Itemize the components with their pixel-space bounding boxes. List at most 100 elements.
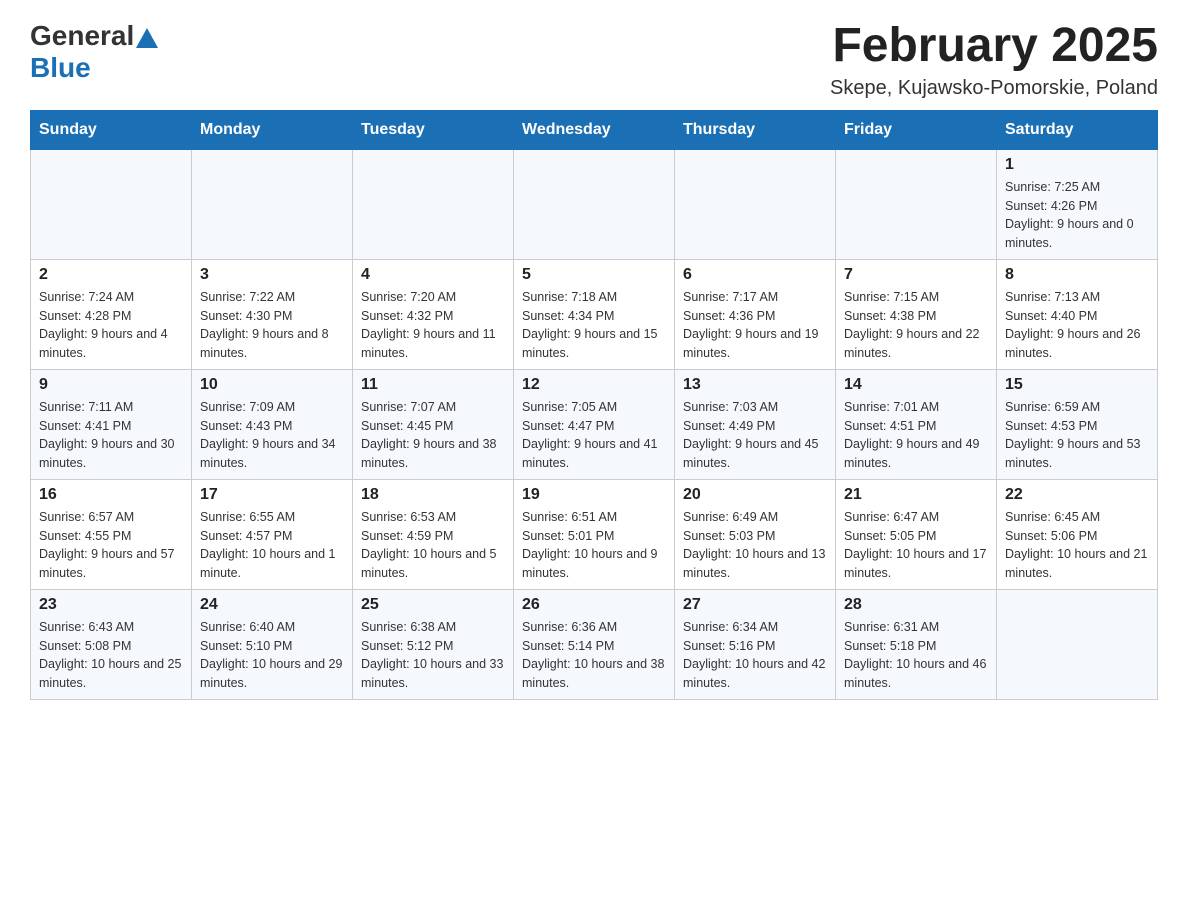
calendar-day-empty — [675, 149, 836, 259]
calendar-day-23: 23 Sunrise: 6:43 AM Sunset: 5:08 PM Dayli… — [31, 589, 192, 699]
calendar-day-24: 24 Sunrise: 6:40 AM Sunset: 5:10 PM Dayli… — [192, 589, 353, 699]
calendar-week-row: 9 Sunrise: 7:11 AM Sunset: 4:41 PM Daylig… — [31, 369, 1158, 479]
day-number: 5 — [522, 266, 666, 284]
day-number: 17 — [200, 486, 344, 504]
day-info: Sunrise: 7:15 AM Sunset: 4:38 PM Dayligh… — [844, 288, 988, 363]
day-info: Sunrise: 6:51 AM Sunset: 5:01 PM Dayligh… — [522, 508, 666, 583]
day-number: 12 — [522, 376, 666, 394]
day-number: 7 — [844, 266, 988, 284]
calendar-day-3: 3 Sunrise: 7:22 AM Sunset: 4:30 PM Daylig… — [192, 259, 353, 369]
day-info: Sunrise: 6:47 AM Sunset: 5:05 PM Dayligh… — [844, 508, 988, 583]
day-number: 10 — [200, 376, 344, 394]
calendar-day-empty — [997, 589, 1158, 699]
calendar-week-row: 23 Sunrise: 6:43 AM Sunset: 5:08 PM Dayli… — [31, 589, 1158, 699]
calendar-day-16: 16 Sunrise: 6:57 AM Sunset: 4:55 PM Dayli… — [31, 479, 192, 589]
col-header-saturday: Saturday — [997, 110, 1158, 149]
logo-general-text: General — [30, 20, 134, 52]
day-info: Sunrise: 6:49 AM Sunset: 5:03 PM Dayligh… — [683, 508, 827, 583]
page-header: General Blue February 2025 Skepe, Kujaws… — [30, 20, 1158, 100]
calendar-day-10: 10Sunrise: 7:09 AM Sunset: 4:43 PM Dayli… — [192, 369, 353, 479]
calendar-day-5: 5 Sunrise: 7:18 AM Sunset: 4:34 PM Daylig… — [514, 259, 675, 369]
calendar-day-25: 25 Sunrise: 6:38 AM Sunset: 5:12 PM Dayli… — [353, 589, 514, 699]
day-number: 24 — [200, 596, 344, 614]
col-header-tuesday: Tuesday — [353, 110, 514, 149]
day-number: 18 — [361, 486, 505, 504]
day-number: 16 — [39, 486, 183, 504]
calendar-day-19: 19Sunrise: 6:51 AM Sunset: 5:01 PM Dayli… — [514, 479, 675, 589]
calendar-day-8: 8 Sunrise: 7:13 AM Sunset: 4:40 PM Daylig… — [997, 259, 1158, 369]
day-info: Sunrise: 7:13 AM Sunset: 4:40 PM Dayligh… — [1005, 288, 1149, 363]
day-info: Sunrise: 6:59 AM Sunset: 4:53 PM Dayligh… — [1005, 398, 1149, 473]
day-info: Sunrise: 6:38 AM Sunset: 5:12 PM Dayligh… — [361, 618, 505, 693]
calendar-week-row: 16 Sunrise: 6:57 AM Sunset: 4:55 PM Dayli… — [31, 479, 1158, 589]
day-info: Sunrise: 7:24 AM Sunset: 4:28 PM Dayligh… — [39, 288, 183, 363]
day-number: 9 — [39, 376, 183, 394]
day-number: 4 — [361, 266, 505, 284]
calendar-header-row: SundayMondayTuesdayWednesdayThursdayFrid… — [31, 110, 1158, 149]
day-number: 13 — [683, 376, 827, 394]
calendar-day-1: 1 Sunrise: 7:25 AM Sunset: 4:26 PM Daylig… — [997, 149, 1158, 259]
day-info: Sunrise: 7:03 AM Sunset: 4:49 PM Dayligh… — [683, 398, 827, 473]
day-info: Sunrise: 7:18 AM Sunset: 4:34 PM Dayligh… — [522, 288, 666, 363]
calendar-day-26: 26 Sunrise: 6:36 AM Sunset: 5:14 PM Dayli… — [514, 589, 675, 699]
calendar-day-empty — [836, 149, 997, 259]
day-number: 2 — [39, 266, 183, 284]
calendar-day-9: 9 Sunrise: 7:11 AM Sunset: 4:41 PM Daylig… — [31, 369, 192, 479]
day-info: Sunrise: 6:31 AM Sunset: 5:18 PM Dayligh… — [844, 618, 988, 693]
day-number: 20 — [683, 486, 827, 504]
day-info: Sunrise: 6:43 AM Sunset: 5:08 PM Dayligh… — [39, 618, 183, 693]
calendar-day-12: 12 Sunrise: 7:05 AM Sunset: 4:47 PM Dayli… — [514, 369, 675, 479]
title-area: February 2025 Skepe, Kujawsko-Pomorskie,… — [830, 20, 1158, 100]
day-number: 8 — [1005, 266, 1149, 284]
day-info: Sunrise: 7:05 AM Sunset: 4:47 PM Dayligh… — [522, 398, 666, 473]
calendar-week-row: 1 Sunrise: 7:25 AM Sunset: 4:26 PM Daylig… — [31, 149, 1158, 259]
calendar-day-17: 17Sunrise: 6:55 AM Sunset: 4:57 PM Dayli… — [192, 479, 353, 589]
calendar-day-14: 14 Sunrise: 7:01 AM Sunset: 4:51 PM Dayli… — [836, 369, 997, 479]
day-number: 23 — [39, 596, 183, 614]
calendar-day-6: 6Sunrise: 7:17 AM Sunset: 4:36 PM Daylig… — [675, 259, 836, 369]
calendar-day-4: 4Sunrise: 7:20 AM Sunset: 4:32 PM Daylig… — [353, 259, 514, 369]
day-number: 27 — [683, 596, 827, 614]
day-number: 11 — [361, 376, 505, 394]
day-info: Sunrise: 7:22 AM Sunset: 4:30 PM Dayligh… — [200, 288, 344, 363]
day-number: 26 — [522, 596, 666, 614]
day-number: 14 — [844, 376, 988, 394]
calendar-day-2: 2 Sunrise: 7:24 AM Sunset: 4:28 PM Daylig… — [31, 259, 192, 369]
col-header-wednesday: Wednesday — [514, 110, 675, 149]
day-info: Sunrise: 6:36 AM Sunset: 5:14 PM Dayligh… — [522, 618, 666, 693]
day-number: 22 — [1005, 486, 1149, 504]
calendar-day-13: 13 Sunrise: 7:03 AM Sunset: 4:49 PM Dayli… — [675, 369, 836, 479]
day-number: 25 — [361, 596, 505, 614]
calendar-day-27: 27 Sunrise: 6:34 AM Sunset: 5:16 PM Dayli… — [675, 589, 836, 699]
calendar-day-18: 18Sunrise: 6:53 AM Sunset: 4:59 PM Dayli… — [353, 479, 514, 589]
day-info: Sunrise: 7:01 AM Sunset: 4:51 PM Dayligh… — [844, 398, 988, 473]
logo-triangle-icon — [136, 28, 158, 48]
day-info: Sunrise: 6:57 AM Sunset: 4:55 PM Dayligh… — [39, 508, 183, 583]
month-title: February 2025 — [830, 20, 1158, 73]
day-info: Sunrise: 7:11 AM Sunset: 4:41 PM Dayligh… — [39, 398, 183, 473]
day-info: Sunrise: 7:25 AM Sunset: 4:26 PM Dayligh… — [1005, 178, 1149, 253]
calendar-day-21: 21 Sunrise: 6:47 AM Sunset: 5:05 PM Dayli… — [836, 479, 997, 589]
location-text: Skepe, Kujawsko-Pomorskie, Poland — [830, 77, 1158, 100]
day-number: 3 — [200, 266, 344, 284]
day-info: Sunrise: 6:40 AM Sunset: 5:10 PM Dayligh… — [200, 618, 344, 693]
day-info: Sunrise: 7:07 AM Sunset: 4:45 PM Dayligh… — [361, 398, 505, 473]
calendar-day-empty — [31, 149, 192, 259]
calendar-table: SundayMondayTuesdayWednesdayThursdayFrid… — [30, 110, 1158, 700]
calendar-day-empty — [353, 149, 514, 259]
day-info: Sunrise: 7:17 AM Sunset: 4:36 PM Dayligh… — [683, 288, 827, 363]
col-header-monday: Monday — [192, 110, 353, 149]
calendar-day-28: 28 Sunrise: 6:31 AM Sunset: 5:18 PM Dayli… — [836, 589, 997, 699]
day-number: 15 — [1005, 376, 1149, 394]
col-header-friday: Friday — [836, 110, 997, 149]
col-header-sunday: Sunday — [31, 110, 192, 149]
day-info: Sunrise: 6:34 AM Sunset: 5:16 PM Dayligh… — [683, 618, 827, 693]
calendar-day-22: 22Sunrise: 6:45 AM Sunset: 5:06 PM Dayli… — [997, 479, 1158, 589]
day-number: 1 — [1005, 156, 1149, 174]
day-number: 28 — [844, 596, 988, 614]
calendar-day-empty — [192, 149, 353, 259]
day-number: 21 — [844, 486, 988, 504]
calendar-day-20: 20 Sunrise: 6:49 AM Sunset: 5:03 PM Dayli… — [675, 479, 836, 589]
logo: General Blue — [30, 20, 158, 84]
calendar-week-row: 2 Sunrise: 7:24 AM Sunset: 4:28 PM Daylig… — [31, 259, 1158, 369]
